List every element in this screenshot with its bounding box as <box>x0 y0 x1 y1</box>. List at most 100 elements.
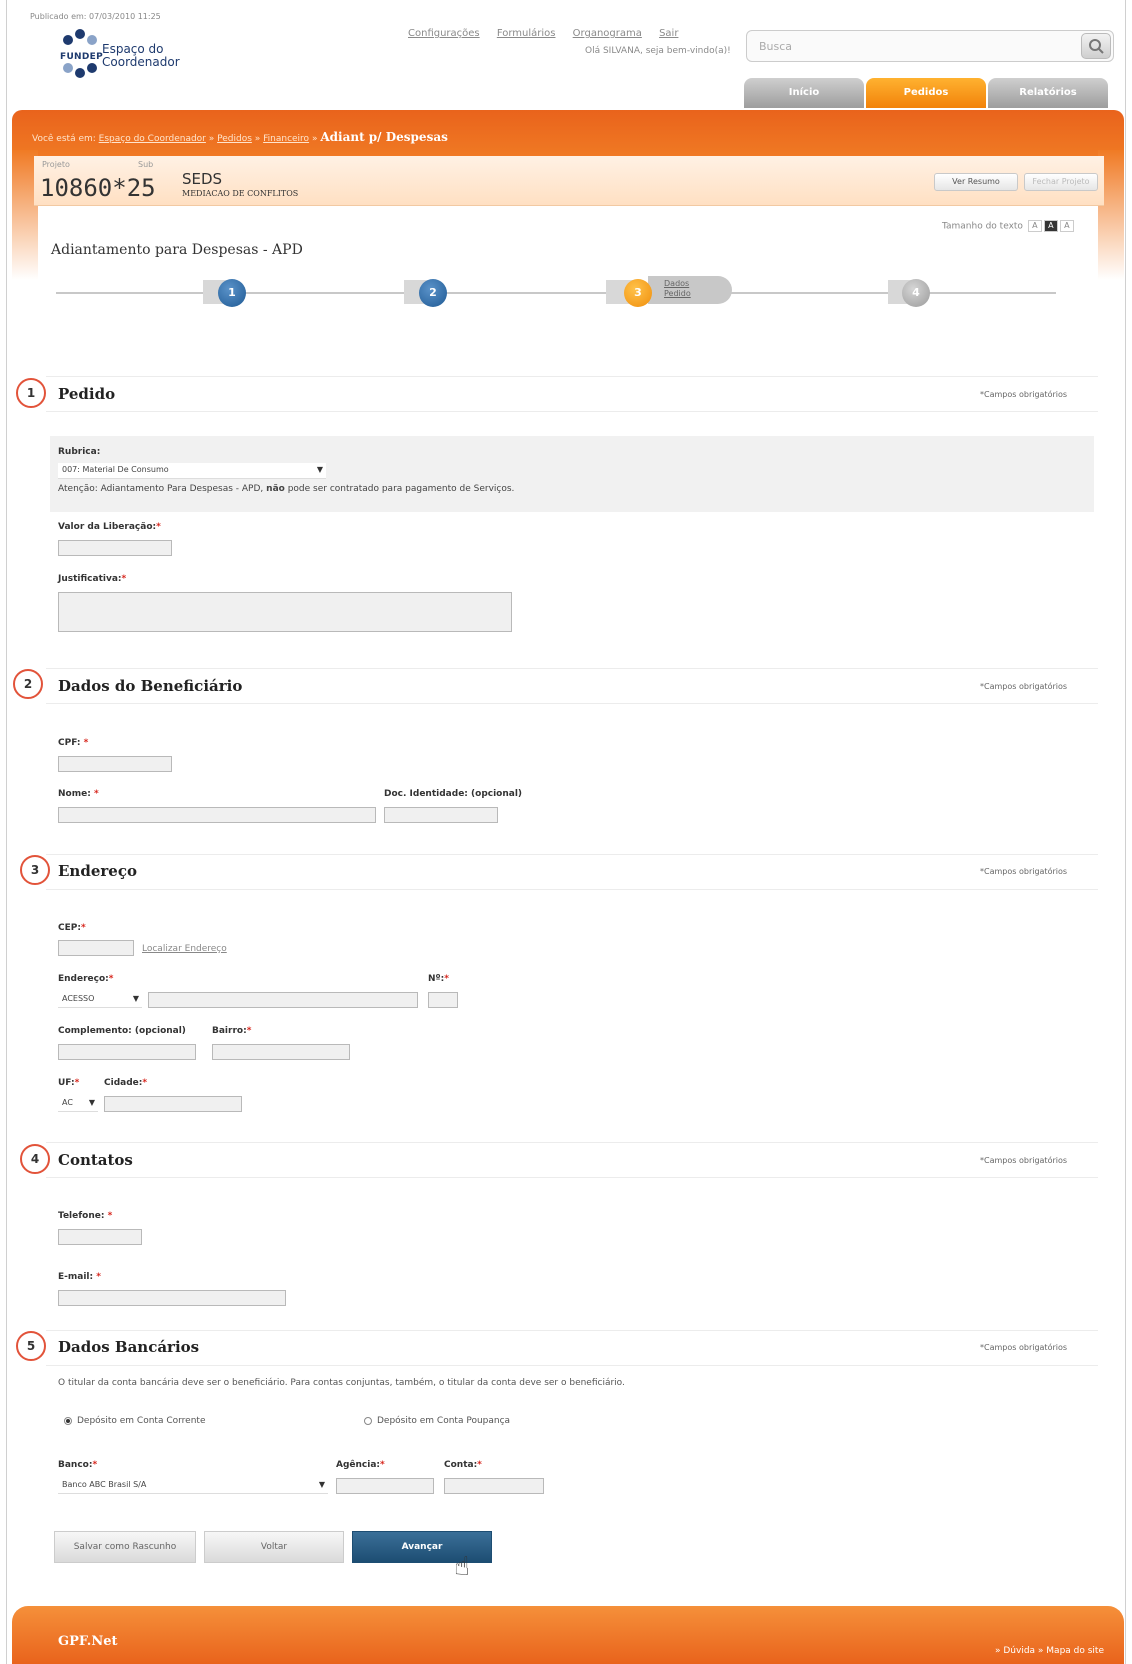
email-label: E-mail: * <box>58 1272 101 1282</box>
close-project-button[interactable]: Fechar Projeto <box>1024 173 1098 191</box>
back-button[interactable]: Voltar <box>204 1531 344 1563</box>
section-title-contatos: Contatos <box>58 1151 133 1169</box>
endereco-input[interactable] <box>148 992 418 1008</box>
text-size-control: Tamanho do texto AAA <box>942 220 1074 232</box>
project-number: 10860*25 <box>40 174 156 202</box>
complemento-input[interactable] <box>58 1044 196 1060</box>
search-icon <box>1089 39 1104 54</box>
sub-code: SEDS <box>182 170 223 188</box>
wizard-step-2[interactable]: 2 <box>419 279 447 307</box>
view-summary-button[interactable]: Ver Resumo <box>934 173 1018 191</box>
fundep-logo[interactable]: FUNDEP Espaço do Coordenador <box>58 28 198 80</box>
breadcrumb-item-financeiro[interactable]: Financeiro <box>263 134 309 144</box>
radio-conta-poupanca[interactable]: Depósito em Conta Poupança <box>364 1416 510 1426</box>
cpf-input[interactable] <box>58 756 172 772</box>
save-draft-button[interactable]: Salvar como Rascunho <box>54 1531 196 1563</box>
banco-label-text: Banco: <box>58 1460 93 1470</box>
banco-label: Banco:* <box>58 1460 98 1470</box>
conta-input[interactable] <box>444 1478 544 1494</box>
nav-tab-relatorios[interactable]: Relatórios <box>988 78 1108 108</box>
link-sair[interactable]: Sair <box>659 28 678 39</box>
rubrica-label: Rubrica: <box>58 447 101 457</box>
chevron-down-icon: ▼ <box>132 994 139 1003</box>
link-configuracoes[interactable]: Configurações <box>408 28 480 39</box>
valor-label-text: Valor da Liberação: <box>58 522 157 532</box>
valor-input[interactable] <box>58 540 172 556</box>
logradouro-type-value: ACESSO <box>62 994 95 1003</box>
cidade-input[interactable] <box>104 1096 242 1112</box>
section-number-2: 2 <box>13 669 43 699</box>
search-input[interactable]: Busca <box>746 30 1114 62</box>
justificativa-textarea[interactable] <box>58 592 512 632</box>
complemento-label: Complemento: (opcional) <box>58 1026 186 1036</box>
chevron-down-icon: ▼ <box>318 1480 325 1489</box>
logo-title: Espaço do Coordenador <box>102 43 180 69</box>
section-number-3: 3 <box>20 855 50 885</box>
section-bancarios-header <box>46 1330 1098 1366</box>
page-title: Adiantamento para Despesas - APD <box>51 242 303 258</box>
nome-input[interactable] <box>58 807 376 823</box>
telefone-input[interactable] <box>58 1229 142 1245</box>
nav-tab-inicio[interactable]: Início <box>744 78 864 108</box>
required-note: *Campos obrigatórios <box>980 1156 1068 1165</box>
justificativa-label-text: Justificativa: <box>58 574 122 584</box>
logo-title-line-2: Coordenador <box>102 55 180 69</box>
wizard-step-3-label: Dados Pedido <box>648 276 732 304</box>
wizard-step-4[interactable]: 4 <box>902 279 930 307</box>
doc-input[interactable] <box>384 807 498 823</box>
link-organograma[interactable]: Organograma <box>573 28 642 39</box>
link-formularios[interactable]: Formulários <box>497 28 556 39</box>
required-note: *Campos obrigatórios <box>980 1343 1068 1352</box>
footer-links[interactable]: » Dúvida » Mapa do site <box>995 1646 1104 1656</box>
numero-label-text: Nº: <box>428 974 445 984</box>
radio-unchecked-icon <box>364 1416 372 1425</box>
banco-value: Banco ABC Brasil S/A <box>62 1480 147 1489</box>
banco-select[interactable]: Banco ABC Brasil S/A ▼ <box>58 1478 328 1494</box>
cpf-label-text: CPF: <box>58 738 81 748</box>
warning-prefix: Atenção: Adiantamento Para Despesas - AP… <box>58 484 264 494</box>
email-input[interactable] <box>58 1290 286 1306</box>
telefone-label-text: Telefone: <box>58 1211 105 1221</box>
search-button[interactable] <box>1081 33 1111 59</box>
agencia-input[interactable] <box>336 1478 434 1494</box>
top-links: Configurações Formulários Organograma Sa… <box>408 28 692 39</box>
footer: GPF.Net » Dúvida » Mapa do site <box>12 1606 1124 1664</box>
endereco-label: Endereço:* <box>58 974 114 984</box>
conta-label-text: Conta: <box>444 1460 478 1470</box>
text-size-small[interactable]: A <box>1027 220 1042 232</box>
wizard-step-1[interactable]: 1 <box>218 279 246 307</box>
search-placeholder: Busca <box>759 40 793 53</box>
agencia-label-text: Agência: <box>336 1460 381 1470</box>
radio-checked-icon <box>64 1416 72 1425</box>
cidade-label-text: Cidade: <box>104 1078 143 1088</box>
endereco-label-text: Endereço: <box>58 974 109 984</box>
bairro-label: Bairro:* <box>212 1026 252 1036</box>
numero-input[interactable] <box>428 992 458 1008</box>
text-size-medium[interactable]: A <box>1043 220 1058 232</box>
next-button[interactable]: Avançar <box>352 1531 492 1563</box>
uf-value: AC <box>62 1098 73 1107</box>
uf-select[interactable]: AC ▼ <box>58 1096 98 1112</box>
justificativa-label: Justificativa:* <box>58 574 127 584</box>
text-size-large[interactable]: A <box>1059 220 1074 232</box>
text-size-label: Tamanho do texto <box>942 221 1023 232</box>
rubrica-select[interactable]: 007: Material De Consumo ▼ <box>58 463 326 479</box>
locate-address-link[interactable]: Localizar Endereço <box>142 944 227 954</box>
wizard-step-3[interactable]: 3 <box>624 279 652 307</box>
numero-label: Nº:* <box>428 974 449 984</box>
radio-conta-corrente[interactable]: Depósito em Conta Corrente <box>64 1416 205 1426</box>
nome-label-text: Nome: <box>58 789 91 799</box>
breadcrumb-item-espaco[interactable]: Espaço do Coordenador <box>99 134 206 144</box>
breadcrumb-item-pedidos[interactable]: Pedidos <box>217 134 252 144</box>
cep-input[interactable] <box>58 940 134 956</box>
rubrica-warning: Atenção: Adiantamento Para Despesas - AP… <box>58 484 514 494</box>
breadcrumb: Você está em: Espaço do Coordenador » Pe… <box>32 130 448 144</box>
logradouro-type-select[interactable]: ACESSO ▼ <box>58 992 142 1008</box>
section-pedido-header <box>46 376 1098 412</box>
required-note: *Campos obrigatórios <box>980 682 1068 691</box>
email-label-text: E-mail: <box>58 1272 94 1282</box>
nav-tab-pedidos[interactable]: Pedidos <box>866 78 986 108</box>
bairro-input[interactable] <box>212 1044 350 1060</box>
warning-suffix: pode ser contratado para pagamento de Se… <box>287 484 515 494</box>
agencia-label: Agência:* <box>336 1460 385 1470</box>
